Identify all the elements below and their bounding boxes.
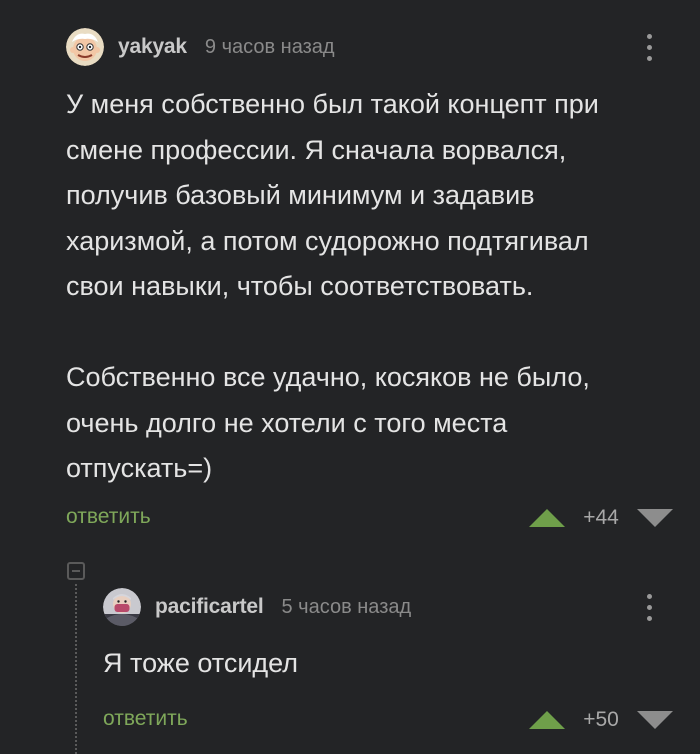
reply-button[interactable]: ответить (103, 707, 188, 731)
downvote-icon[interactable] (637, 711, 673, 729)
upvote-icon[interactable] (529, 711, 565, 729)
more-options-icon[interactable] (645, 34, 653, 61)
vote-controls: +50 (529, 708, 673, 732)
cartoon-face-avatar-icon (66, 28, 104, 66)
avatar[interactable] (103, 588, 141, 626)
collapse-thread-button[interactable] (67, 562, 85, 580)
comment-score: +50 (583, 708, 619, 731)
comment-score: +44 (583, 506, 619, 529)
comment-text: Я тоже отсидел (103, 648, 299, 678)
reply-button[interactable]: ответить (66, 505, 151, 529)
comment-header: yakyak 9 часов назад (66, 28, 335, 66)
comments-page: yakyak 9 часов назад У меня собственно б… (0, 0, 700, 754)
comment-author[interactable]: yakyak (118, 35, 187, 59)
comment-time: 9 часов назад (204, 35, 335, 58)
comment-time: 5 часов назад (281, 595, 412, 618)
upvote-icon[interactable] (529, 509, 565, 527)
comment-author[interactable]: pacificartel (155, 595, 264, 619)
downvote-icon[interactable] (637, 509, 673, 527)
thread-line (75, 584, 77, 754)
avatar[interactable] (66, 28, 104, 66)
comment-text: У меня собственно был такой концепт при … (66, 89, 599, 483)
more-options-icon[interactable] (645, 594, 653, 621)
person-in-mask-avatar-icon (103, 588, 141, 626)
vote-controls: +44 (529, 506, 673, 530)
comment-header: pacificartel 5 часов назад (103, 588, 411, 626)
